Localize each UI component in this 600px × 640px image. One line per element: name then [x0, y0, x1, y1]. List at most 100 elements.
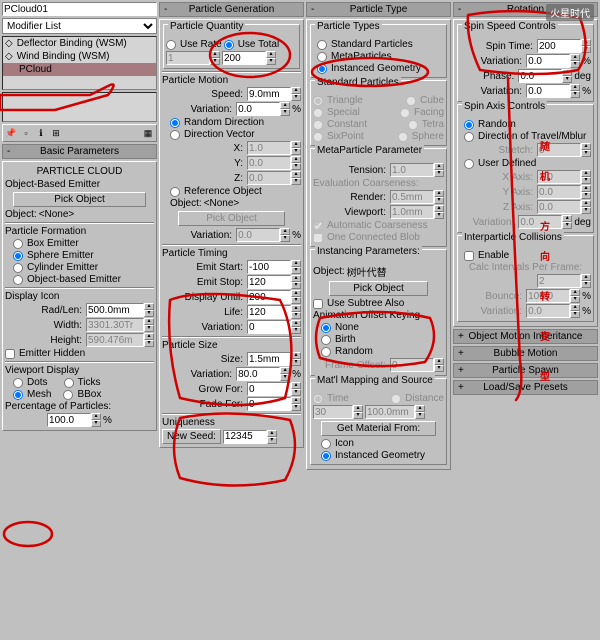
- disp-icon-title: Display Icon: [5, 291, 154, 302]
- dir-vector-radio[interactable]: [170, 130, 180, 140]
- spawn-header[interactable]: Particle Spawn: [453, 363, 598, 378]
- frame-spinner: ▴▾: [390, 358, 444, 372]
- emit-start-spinner[interactable]: ▴▾: [247, 260, 301, 274]
- object-emitter-radio[interactable]: [13, 275, 23, 285]
- dots-radio[interactable]: [13, 378, 23, 388]
- obe-label: Object-Based Emitter: [5, 179, 154, 190]
- var-spinner[interactable]: ▴▾: [236, 102, 290, 116]
- ticks-radio[interactable]: [64, 378, 74, 388]
- fx-icon[interactable]: ⊞: [49, 126, 63, 140]
- mesh-radio[interactable]: [13, 390, 23, 400]
- show-icon[interactable]: ▫: [19, 126, 33, 140]
- x-spinner: ▴▾: [247, 141, 301, 155]
- time-spinner: ▴▾: [313, 405, 363, 419]
- pct-spinner[interactable]: ▴▾: [47, 413, 101, 427]
- dist-spinner: ▴▾: [365, 405, 425, 419]
- emitter-hidden-check[interactable]: [5, 349, 15, 359]
- yaxis-spinner: ▴▾: [537, 185, 591, 199]
- bbox-radio[interactable]: [63, 390, 73, 400]
- object-name-field[interactable]: [2, 2, 157, 16]
- size-var-spinner[interactable]: ▴▾: [236, 367, 290, 381]
- zaxis-spinner: ▴▾: [537, 200, 591, 214]
- icon-radio[interactable]: [321, 439, 331, 449]
- seed-spinner[interactable]: ▴▾: [223, 430, 277, 444]
- bubble-header[interactable]: Bubble Motion: [453, 346, 598, 361]
- stack-item[interactable]: ◇Deflector Binding (WSM): [3, 37, 156, 50]
- particle-gen-header[interactable]: Particle Generation: [159, 2, 304, 17]
- meta-particles-radio[interactable]: [317, 52, 327, 62]
- random-dir-radio[interactable]: [170, 118, 180, 128]
- inst-obj-name: 树叶代替: [347, 264, 387, 279]
- stack-preview: [2, 92, 157, 122]
- stack-toolbar: 📌 ▫ ℹ ⊞ ▦: [2, 124, 157, 142]
- use-rate-radio[interactable]: [166, 40, 176, 50]
- phase-spinner[interactable]: ▴▾: [518, 69, 572, 83]
- subtree-check[interactable]: [313, 299, 323, 309]
- birth-radio[interactable]: [321, 335, 331, 345]
- tension-spinner: ▴▾: [390, 163, 444, 177]
- enable-coll-check[interactable]: [464, 251, 474, 261]
- modifier-stack[interactable]: ◇Deflector Binding (WSM) ◇Wind Binding (…: [2, 36, 157, 90]
- stack-item[interactable]: ◇Wind Binding (WSM): [3, 50, 156, 63]
- particle-type-header[interactable]: Particle Type: [306, 2, 451, 17]
- i-icon[interactable]: ℹ: [34, 126, 48, 140]
- new-seed-button[interactable]: New Seed:: [162, 429, 221, 444]
- instgeo-radio[interactable]: [321, 451, 331, 461]
- six-radio: [313, 132, 323, 142]
- width-spinner: ▴▾: [86, 318, 154, 332]
- spin-time-spinner[interactable]: ▴▾: [537, 39, 591, 53]
- pin-icon[interactable]: 📌: [4, 126, 18, 140]
- var2-spinner: ▴▾: [236, 228, 290, 242]
- emit-stop-spinner[interactable]: ▴▾: [247, 275, 301, 289]
- z-spinner: ▴▾: [247, 171, 301, 185]
- cylinder-emitter-radio[interactable]: [13, 263, 23, 273]
- const-radio: [313, 120, 323, 130]
- load-header[interactable]: Load/Save Presets: [453, 380, 598, 395]
- size-spinner[interactable]: ▴▾: [247, 352, 301, 366]
- fade-spinner[interactable]: ▴▾: [247, 397, 301, 411]
- get-material-button[interactable]: Get Material From:: [321, 421, 436, 436]
- box-emitter-radio[interactable]: [13, 239, 23, 249]
- speed-spinner[interactable]: ▴▾: [247, 87, 301, 101]
- size-title: Particle Size: [162, 340, 301, 351]
- none-radio[interactable]: [321, 323, 331, 333]
- disp-until-spinner[interactable]: ▴▾: [247, 290, 301, 304]
- life-spinner[interactable]: ▴▾: [247, 305, 301, 319]
- dot-radio[interactable]: [464, 132, 474, 142]
- std-title: Standard Particles: [315, 77, 401, 88]
- pick-obj-button: Pick Object: [178, 211, 285, 226]
- inst-geom-radio[interactable]: [317, 64, 327, 74]
- anim-title: Animation Offset Keying: [313, 310, 444, 321]
- config-icon[interactable]: ▦: [141, 126, 155, 140]
- timing-var-spinner[interactable]: ▴▾: [247, 320, 301, 334]
- total-spinner[interactable]: ▴▾: [222, 51, 276, 65]
- grow-spinner[interactable]: ▴▾: [247, 382, 301, 396]
- random-key-radio[interactable]: [321, 347, 331, 357]
- viewport-spinner: ▴▾: [390, 205, 444, 219]
- sphere-radio: [398, 132, 408, 142]
- object-value: <None>: [39, 209, 75, 220]
- dist-radio: [391, 394, 401, 404]
- rate-spinner: ▴▾: [166, 51, 220, 65]
- use-total-radio[interactable]: [224, 40, 234, 50]
- inst-pick-button[interactable]: Pick Object: [329, 281, 428, 296]
- coll-var-spinner: ▴▾: [526, 304, 580, 318]
- basic-params-header[interactable]: Basic Parameters: [2, 144, 157, 159]
- std-particles-radio[interactable]: [317, 40, 327, 50]
- inst-title: Instancing Parameters:: [315, 246, 422, 257]
- types-title: Particle Types: [315, 21, 382, 32]
- omi-header[interactable]: Object Motion Inheritance: [453, 329, 598, 344]
- stretch-spinner: ▴▾: [537, 143, 591, 157]
- stack-item-selected[interactable]: PCloud: [3, 63, 156, 76]
- radlen-spinner[interactable]: ▴▾: [86, 303, 154, 317]
- sphere-emitter-radio[interactable]: [13, 251, 23, 261]
- spin-var-spinner[interactable]: ▴▾: [526, 54, 580, 68]
- phase-var-spinner[interactable]: ▴▾: [526, 84, 580, 98]
- user-def-radio[interactable]: [464, 159, 474, 169]
- random-axis-radio[interactable]: [464, 120, 474, 130]
- pick-object-button[interactable]: Pick Object: [13, 192, 146, 207]
- xaxis-spinner: ▴▾: [537, 170, 591, 184]
- timing-title: Particle Timing: [162, 248, 301, 259]
- ref-obj-radio[interactable]: [170, 187, 180, 197]
- modifier-list-dropdown[interactable]: Modifier List: [2, 18, 157, 34]
